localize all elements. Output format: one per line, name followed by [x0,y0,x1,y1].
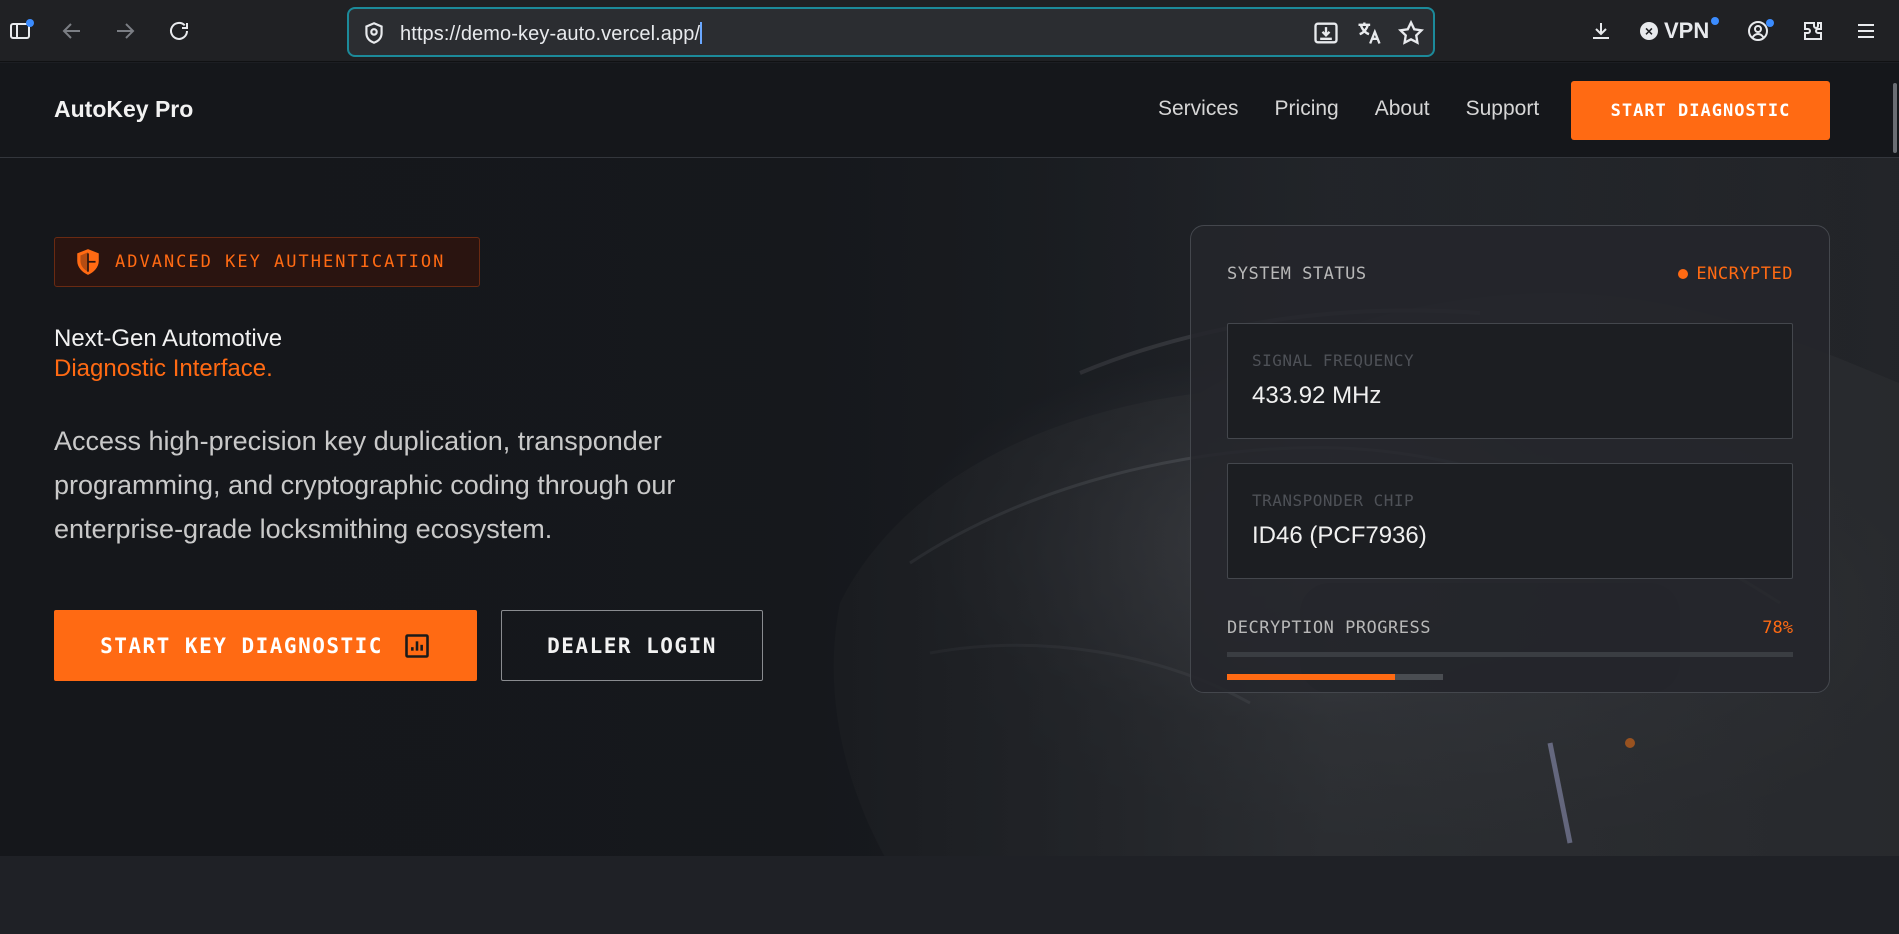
progress-track [1227,652,1793,657]
nav-link-services[interactable]: Services [1158,97,1239,121]
auth-badge-label: ADVANCED KEY AUTHENTICATION [115,252,446,272]
transponder-chip-panel: TRANSPONDER CHIP ID46 (PCF7936) [1227,463,1793,579]
browser-toolbar: https://demo-key-auto.vercel.app/ × VPN [0,0,1899,62]
hero-description: Access high-precision key duplication, t… [54,426,676,544]
site-navbar: AutoKey Pro Services Pricing About Suppo… [0,63,1899,158]
system-status-card: SYSTEM STATUS ENCRYPTED SIGNAL FREQUENCY… [1190,225,1830,693]
vpn-button[interactable]: × VPN [1640,16,1723,46]
translate-icon[interactable] [1355,19,1383,47]
account-icon[interactable] [1740,13,1776,49]
sidebar-icon[interactable] [2,13,38,49]
signal-frequency-label: SIGNAL FREQUENCY [1252,351,1415,370]
transponder-chip-label: TRANSPONDER CHIP [1252,491,1415,510]
forward-icon[interactable] [107,13,143,49]
download-icon[interactable] [1583,13,1619,49]
brand-logo[interactable]: AutoKey Pro [54,96,193,123]
status-dot-icon [1678,269,1689,279]
nav-link-support[interactable]: Support [1466,97,1540,121]
dealer-login-button[interactable]: DEALER LOGIN [501,610,763,681]
transponder-chip-value: ID46 (PCF7936) [1252,522,1427,549]
start-key-diagnostic-label: START KEY DIAGNOSTIC [100,633,383,658]
shield-icon[interactable] [361,20,387,46]
decryption-progress-value: 78% [1762,618,1793,638]
star-icon[interactable] [1397,19,1425,47]
nav-link-pricing[interactable]: Pricing [1275,97,1339,121]
analytics-icon [405,633,429,658]
hero-headline-line1: Next-Gen Automotive [54,325,283,352]
nav-links: Services Pricing About Support [1158,97,1539,121]
shield-icon [77,249,99,275]
url-text[interactable]: https://demo-key-auto.vercel.app/ [400,22,703,46]
hero-headline-accent: Diagnostic Interface. [54,355,273,382]
hero-headline: Next-Gen Automotive Diagnostic Interface… [54,324,282,384]
auth-badge: ADVANCED KEY AUTHENTICATION [54,237,480,287]
menu-icon[interactable] [1848,13,1884,49]
decryption-progress-bar [1227,674,1443,680]
extensions-icon[interactable] [1795,13,1831,49]
start-diagnostic-button[interactable]: START DIAGNOSTIC [1571,81,1830,140]
next-section-edge [0,856,1899,934]
vpn-label: VPN [1664,18,1710,43]
encrypted-label: ENCRYPTED [1696,264,1793,284]
web-page: AutoKey Pro Services Pricing About Suppo… [0,63,1899,934]
signal-frequency-value: 433.92 MHz [1252,382,1382,409]
scrollbar[interactable] [1893,83,1897,153]
address-bar[interactable]: https://demo-key-auto.vercel.app/ [347,7,1435,57]
encrypted-status: ENCRYPTED [1678,264,1793,284]
system-status-title: SYSTEM STATUS [1227,264,1367,284]
back-icon[interactable] [54,13,90,49]
reload-icon[interactable] [161,13,197,49]
decryption-progress-label: DECRYPTION PROGRESS [1227,618,1431,638]
vpn-icon: × [1640,22,1658,40]
nav-link-about[interactable]: About [1375,97,1430,121]
signal-frequency-panel: SIGNAL FREQUENCY 433.92 MHz [1227,323,1793,439]
install-icon[interactable] [1312,19,1340,47]
decryption-progress-fill [1227,674,1396,680]
start-key-diagnostic-button[interactable]: START KEY DIAGNOSTIC [54,610,477,681]
